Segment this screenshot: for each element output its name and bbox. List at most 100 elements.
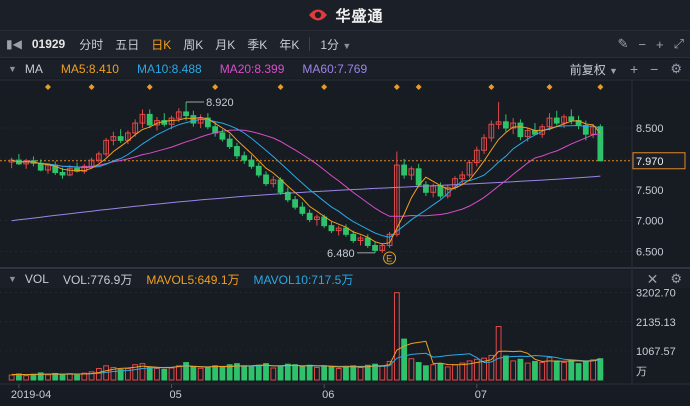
volume-bar — [495, 326, 502, 381]
candle-body — [168, 117, 175, 125]
volume-bar — [23, 375, 30, 381]
candle-body — [117, 136, 124, 141]
stock-code[interactable]: 01929 — [28, 37, 73, 51]
draw-pencil-icon[interactable]: ✎ — [618, 36, 629, 52]
candle-body — [423, 184, 429, 193]
candle-body — [582, 125, 589, 135]
candle-body — [103, 139, 110, 155]
chevron-down-icon: ▼ — [609, 65, 618, 76]
candle-body — [204, 117, 211, 128]
candle-body — [459, 174, 466, 180]
price-tick-label: 6.500 — [636, 247, 664, 259]
candle-body — [524, 129, 531, 138]
close-icon[interactable]: ✕ — [647, 271, 659, 288]
volume-bar — [154, 368, 160, 381]
collapse-main-icon[interactable]: ▼ — [8, 64, 17, 74]
volume-tick-label: 2135.13 — [636, 317, 676, 329]
tab-daily-k[interactable]: 日K — [145, 36, 177, 53]
candle-body — [364, 237, 371, 246]
price-tick-label: 8.500 — [636, 123, 664, 135]
volume-bar — [95, 368, 102, 381]
candle-body — [161, 120, 168, 125]
volume-bar — [386, 360, 393, 381]
volume-bar — [459, 362, 466, 381]
ma10-line — [11, 118, 601, 238]
candle-body — [495, 121, 502, 125]
date-tick-label: 06 — [322, 389, 334, 401]
high-price-label: 8.920 — [206, 97, 234, 109]
candle-body — [372, 244, 378, 251]
volume-bar — [473, 358, 480, 381]
candle-body — [197, 117, 204, 124]
candle-body — [502, 121, 509, 129]
zoom-in-icon[interactable]: + — [656, 37, 664, 52]
tab-intraday[interactable]: 分时 — [73, 36, 109, 53]
volume-bar — [575, 363, 582, 381]
volume-bar — [510, 360, 517, 381]
volume-bar — [146, 366, 153, 381]
tab-five-day[interactable]: 五日 — [109, 36, 145, 53]
candle-body — [95, 153, 102, 161]
candle-body — [292, 199, 298, 208]
candle-body — [23, 160, 30, 165]
candle-body — [546, 117, 553, 128]
volume-bar — [110, 366, 117, 381]
volume-bar — [350, 365, 357, 381]
volume-bar — [561, 362, 567, 381]
collapse-vol-icon[interactable]: ▼ — [8, 274, 17, 284]
add-indicator-icon[interactable]: + — [630, 61, 638, 77]
candle-body — [466, 162, 473, 176]
volume-bar — [241, 365, 248, 381]
candle-body — [444, 186, 451, 197]
ma10-value: MA10:8.488 — [136, 62, 202, 76]
event-diamond — [488, 84, 495, 90]
event-diamond — [212, 84, 219, 90]
brand-logo-icon — [309, 9, 328, 21]
panel-toggle-icon[interactable]: ▮◀ — [0, 37, 28, 51]
vol-legend: ▼ VOL VOL:776.9万 MAVOL5:649.1万 MAVOL10:7… — [0, 270, 690, 288]
candle-body — [30, 160, 37, 164]
candle-body — [386, 233, 393, 246]
volume-bar — [481, 357, 487, 381]
volume-bar — [204, 366, 211, 381]
volume-bar — [8, 374, 15, 381]
candle-body — [190, 115, 197, 124]
settings-gear-icon[interactable]: ⚙ — [670, 61, 682, 77]
tab-quarterly-k[interactable]: 季K — [241, 36, 273, 53]
tab-monthly-k[interactable]: 月K — [209, 36, 241, 53]
candle-body — [212, 126, 219, 134]
date-tick-label: 2019-04 — [11, 389, 51, 401]
volume-bar — [415, 362, 422, 381]
candle-body — [154, 120, 160, 126]
price-tick-label: 8.000 — [636, 154, 664, 166]
tab-weekly-k[interactable]: 周K — [177, 36, 209, 53]
tab-yearly-k[interactable]: 年K — [273, 36, 305, 53]
minimize-icon[interactable]: − — [650, 61, 658, 77]
adjust-select[interactable]: 前复权 ▼ — [570, 61, 618, 78]
candle-body — [183, 111, 189, 117]
event-diamond — [415, 84, 422, 90]
minute-select[interactable]: 1分 ▼ — [314, 36, 357, 53]
settings-gear-icon[interactable]: ⚙ — [670, 271, 682, 287]
candle-body — [590, 126, 596, 135]
expand-icon[interactable]: ⤢ — [674, 36, 684, 52]
title-bar: 华盛通 — [0, 0, 690, 31]
candle-body — [263, 174, 269, 185]
app-title: 华盛通 — [335, 7, 384, 25]
volume-bar — [226, 364, 233, 381]
date-tick-label: 07 — [475, 389, 487, 401]
current-price-tag — [632, 152, 686, 170]
volume-bar — [306, 364, 313, 381]
volume-bar — [139, 363, 146, 381]
candle-body — [255, 165, 262, 176]
candle-body — [226, 138, 233, 148]
volume-bar — [357, 366, 364, 381]
vol-label: VOL — [24, 272, 49, 286]
price-tick-label: 7.000 — [636, 216, 664, 228]
volume-bar — [263, 363, 269, 381]
candle-body — [314, 216, 320, 220]
zoom-out-icon[interactable]: − — [638, 37, 646, 52]
volume-bar — [81, 372, 88, 381]
volume-bar — [430, 364, 437, 381]
candle-body — [517, 122, 524, 138]
